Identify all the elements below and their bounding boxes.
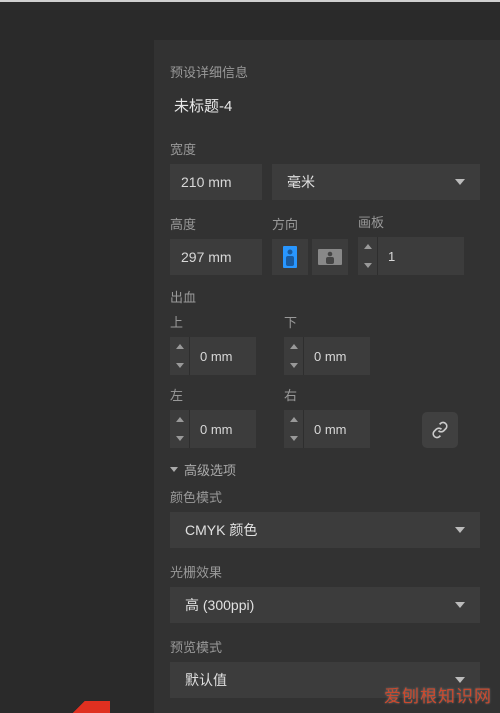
orientation-label: 方向 (272, 214, 348, 233)
landscape-icon (317, 247, 343, 267)
bleed-bottom-stepper[interactable]: 0 mm (284, 337, 370, 375)
bleed-right-value: 0 mm (304, 410, 370, 448)
bleed-top-value: 0 mm (190, 337, 256, 375)
link-icon (431, 421, 449, 439)
bleed-left-label: 左 (170, 385, 256, 404)
bleed-top-label: 上 (170, 312, 256, 331)
color-mode-dropdown[interactable]: CMYK 颜色 (170, 512, 480, 548)
arrow-down-icon (176, 363, 184, 368)
bleed-left-stepper[interactable]: 0 mm (170, 410, 256, 448)
arrow-down-icon (290, 436, 298, 441)
arrow-up-icon (364, 244, 372, 249)
artboards-increment[interactable] (358, 237, 377, 256)
bleed-link-button[interactable] (422, 412, 458, 448)
bleed-top-inc[interactable] (170, 337, 189, 356)
portrait-icon (280, 245, 300, 269)
chevron-down-icon (455, 527, 465, 533)
chevron-down-icon (455, 602, 465, 608)
bleed-left-inc[interactable] (170, 410, 189, 429)
arrow-down-icon (176, 436, 184, 441)
height-value: 297 mm (181, 249, 232, 265)
left-sidebar (0, 40, 154, 713)
arrow-down-icon (364, 263, 372, 268)
width-input[interactable]: 210 mm (170, 164, 262, 200)
unit-value: 毫米 (287, 172, 315, 192)
preset-panel: 预设详细信息 宽度 210 mm 毫米 高度 297 mm 方向 (154, 40, 500, 713)
advanced-toggle[interactable]: 高级选项 (170, 460, 480, 479)
bleed-top-dec[interactable] (170, 356, 189, 375)
raster-dropdown[interactable]: 高 (300ppi) (170, 587, 480, 623)
arrow-up-icon (176, 417, 184, 422)
color-mode-label: 颜色模式 (170, 487, 480, 506)
bleed-bottom-label: 下 (284, 312, 370, 331)
bleed-top-stepper[interactable]: 0 mm (170, 337, 256, 375)
artboards-decrement[interactable] (358, 256, 377, 275)
color-mode-value: CMYK 颜色 (185, 520, 257, 540)
width-value: 210 mm (181, 174, 232, 190)
bleed-left-dec[interactable] (170, 429, 189, 448)
bleed-heading: 出血 (170, 287, 480, 306)
height-input[interactable]: 297 mm (170, 239, 262, 275)
advanced-label: 高级选项 (184, 460, 236, 479)
main-area: 预设详细信息 宽度 210 mm 毫米 高度 297 mm 方向 (0, 40, 500, 713)
arrow-up-icon (290, 344, 298, 349)
preview-label: 预览模式 (170, 637, 480, 656)
annotation-mark (60, 701, 110, 713)
preview-value: 默认值 (185, 670, 227, 690)
top-bar (0, 0, 500, 40)
bleed-bottom-inc[interactable] (284, 337, 303, 356)
bleed-right-dec[interactable] (284, 429, 303, 448)
artboards-value: 1 (378, 237, 464, 275)
orientation-portrait-button[interactable] (272, 239, 308, 275)
bleed-left-value: 0 mm (190, 410, 256, 448)
orientation-landscape-button[interactable] (312, 239, 348, 275)
arrow-up-icon (176, 344, 184, 349)
width-label: 宽度 (170, 139, 480, 158)
preset-details-heading: 预设详细信息 (170, 62, 480, 81)
bleed-bottom-dec[interactable] (284, 356, 303, 375)
bleed-bottom-value: 0 mm (304, 337, 370, 375)
bleed-right-inc[interactable] (284, 410, 303, 429)
arrow-down-icon (290, 363, 298, 368)
chevron-down-icon (170, 467, 178, 472)
chevron-down-icon (455, 179, 465, 185)
raster-value: 高 (300ppi) (185, 595, 254, 615)
height-label: 高度 (170, 214, 262, 233)
artboards-label: 画板 (358, 212, 464, 231)
artboards-stepper[interactable]: 1 (358, 237, 464, 275)
bleed-right-label: 右 (284, 385, 370, 404)
document-title-input[interactable] (170, 91, 480, 127)
raster-label: 光栅效果 (170, 562, 480, 581)
bleed-right-stepper[interactable]: 0 mm (284, 410, 370, 448)
arrow-up-icon (290, 417, 298, 422)
unit-dropdown[interactable]: 毫米 (272, 164, 480, 200)
watermark-text: 爱刨根知识网 (384, 682, 492, 707)
